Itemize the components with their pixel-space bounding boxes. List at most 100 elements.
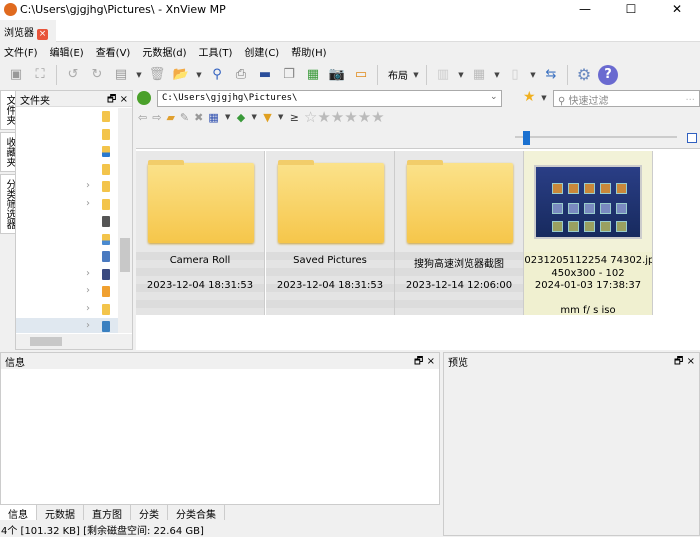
tree-item[interactable]: › [16, 196, 118, 214]
menu-create[interactable]: 创建(C) [244, 44, 279, 59]
thumbnail-item[interactable]: Saved Pictures 2023-12-04 18:31:53 [266, 151, 395, 315]
expand-icon[interactable]: › [86, 303, 90, 314]
menu-file[interactable]: 文件(F) [4, 44, 38, 59]
path-input[interactable]: C:\Users\gjgjhg\Pictures\ [157, 90, 502, 107]
expand-icon[interactable]: › [86, 285, 90, 296]
slideshow-icon[interactable]: ▦ [303, 65, 323, 85]
item-date: 2023-12-14 12:06:00 [405, 280, 513, 291]
delete-x-icon[interactable]: ✖ [194, 111, 203, 124]
vertical-scrollbar[interactable] [118, 108, 132, 333]
grid-view-icon[interactable]: ▦ [208, 111, 218, 124]
menu-edit[interactable]: 编辑(E) [50, 44, 84, 59]
open-folder-icon[interactable]: 📂 [171, 65, 191, 85]
item-name: 20231205112254 74302.jpg [524, 255, 653, 266]
camera-icon[interactable]: 📷 [327, 65, 347, 85]
float-icon[interactable]: 🗗 [674, 356, 683, 367]
item-date: 2023-12-04 18:31:53 [276, 280, 384, 291]
sort-icon[interactable]: ◆ [237, 111, 245, 124]
quick-filter-input[interactable]: ⚲ 快速过滤... [553, 90, 700, 107]
transform-icon[interactable]: ▤ [111, 65, 131, 85]
close-panel-icon[interactable]: × [427, 356, 435, 367]
thumbnail-item[interactable]: Camera Roll 2023-12-04 18:31:53 [136, 151, 265, 315]
tree-item[interactable] [16, 126, 118, 144]
maximize-button[interactable]: ☐ [608, 0, 654, 20]
thumb-size-icon[interactable] [687, 133, 697, 143]
rotate-left-icon[interactable]: ↺ [63, 65, 83, 85]
tree-item[interactable] [16, 248, 118, 266]
help-icon[interactable]: ? [598, 64, 618, 85]
go-up-icon[interactable] [137, 91, 151, 105]
close-panel-icon[interactable]: × [120, 94, 128, 105]
tab-histogram[interactable]: 直方图 [84, 505, 131, 521]
minimize-button[interactable]: — [562, 0, 608, 20]
tree-item[interactable] [16, 161, 118, 179]
menu-metadata[interactable]: 元数据(d) [142, 44, 186, 59]
thumbnail-item[interactable]: 搜狗高速浏览器截图 2023-12-14 12:06:00 [395, 151, 524, 315]
thumbnail-grid: Camera Roll 2023-12-04 18:31:53 Saved Pi… [136, 148, 700, 350]
rename-icon[interactable]: ✎ [180, 111, 189, 124]
delete-icon[interactable]: 🗑 [147, 65, 167, 85]
fit-icon[interactable]: ⛶ [30, 65, 50, 85]
tree-item[interactable]: › [16, 283, 118, 301]
tree-item[interactable] [16, 231, 118, 249]
side-tabs: 文件夹 收藏夹 分类筛选器 [0, 90, 19, 350]
tree-item[interactable]: › [16, 178, 118, 196]
tree-item[interactable] [16, 108, 118, 126]
binoculars-icon[interactable]: ⚲ [207, 65, 227, 85]
expand-icon[interactable]: › [86, 320, 90, 331]
expand-icon[interactable]: › [86, 198, 90, 209]
more-icon[interactable]: ... [685, 92, 695, 103]
folder-icon [407, 160, 513, 243]
details-view-icon[interactable]: ▯ [505, 65, 525, 85]
expand-icon[interactable]: › [86, 268, 90, 279]
forward-icon[interactable]: ⇨ [152, 111, 161, 124]
folder-tree[interactable]: › › › › › › [16, 108, 118, 333]
close-tab-icon[interactable]: × [37, 29, 48, 40]
print-icon[interactable]: ⎙ [231, 65, 251, 85]
wallpaper-icon[interactable]: ▭ [351, 65, 371, 85]
close-window-button[interactable]: ✕ [654, 0, 700, 20]
tab-info[interactable]: 信息 [0, 505, 37, 521]
tree-item[interactable] [16, 213, 118, 231]
sync-folder-icon[interactable]: ⇆ [541, 65, 561, 85]
new-folder-icon[interactable]: ▰ [166, 111, 174, 124]
folder-icon [148, 160, 254, 243]
filter-icon[interactable]: ▼ [263, 111, 271, 124]
layout-button[interactable]: 布局 [388, 67, 408, 82]
menu-tools[interactable]: 工具(T) [199, 44, 233, 59]
back-icon[interactable]: ⇦ [138, 111, 147, 124]
tab-browser[interactable]: 浏览器 × [0, 20, 56, 42]
tab-category-sets[interactable]: 分类合集 [168, 505, 225, 521]
folder-panel: 文件夹 🗗 × › › › › › › [15, 90, 133, 350]
slider-thumb[interactable] [523, 131, 530, 145]
view-mode-icon[interactable]: ▥ [433, 65, 453, 85]
tree-item[interactable]: › [16, 318, 118, 333]
preview-panel: 预览 🗗 × [443, 352, 700, 536]
expand-icon[interactable]: › [86, 180, 90, 191]
tab-category[interactable]: 分类 [131, 505, 168, 521]
settings-gear-icon[interactable]: ⚙ [574, 65, 594, 85]
float-icon[interactable]: 🗗 [107, 94, 116, 105]
item-name: Saved Pictures [293, 255, 367, 266]
path-dropdown-icon[interactable]: ⌄ [490, 92, 498, 102]
tab-metadata[interactable]: 元数据 [37, 505, 84, 521]
panel-title: 文件夹 [20, 96, 50, 107]
favorite-star-icon[interactable]: ★ [523, 89, 536, 105]
thumbnail-view-icon[interactable]: ▦ [469, 65, 489, 85]
thumbnail-item-selected[interactable]: 20231205112254 74302.jpg 450x300 - 102 2… [524, 151, 653, 315]
float-icon[interactable]: 🗗 [414, 356, 423, 367]
menu-view[interactable]: 查看(V) [96, 44, 131, 59]
compare-icon[interactable]: ❐ [279, 65, 299, 85]
menu-help[interactable]: 帮助(H) [291, 44, 326, 59]
tree-item[interactable]: › [16, 266, 118, 284]
rating-filter[interactable]: ☆★★★★★ [304, 109, 385, 125]
rating-ge-icon[interactable]: ≥ [290, 111, 299, 124]
horizontal-scrollbar[interactable] [16, 334, 132, 349]
fullscreen-icon[interactable]: ▣ [6, 65, 26, 85]
scan-icon[interactable]: ▬ [255, 65, 275, 85]
tree-item[interactable]: › [16, 301, 118, 319]
tree-item[interactable] [16, 143, 118, 161]
rotate-right-icon[interactable]: ↻ [87, 65, 107, 85]
close-panel-icon[interactable]: × [687, 356, 695, 367]
thumbnail-size-slider[interactable] [515, 131, 697, 145]
